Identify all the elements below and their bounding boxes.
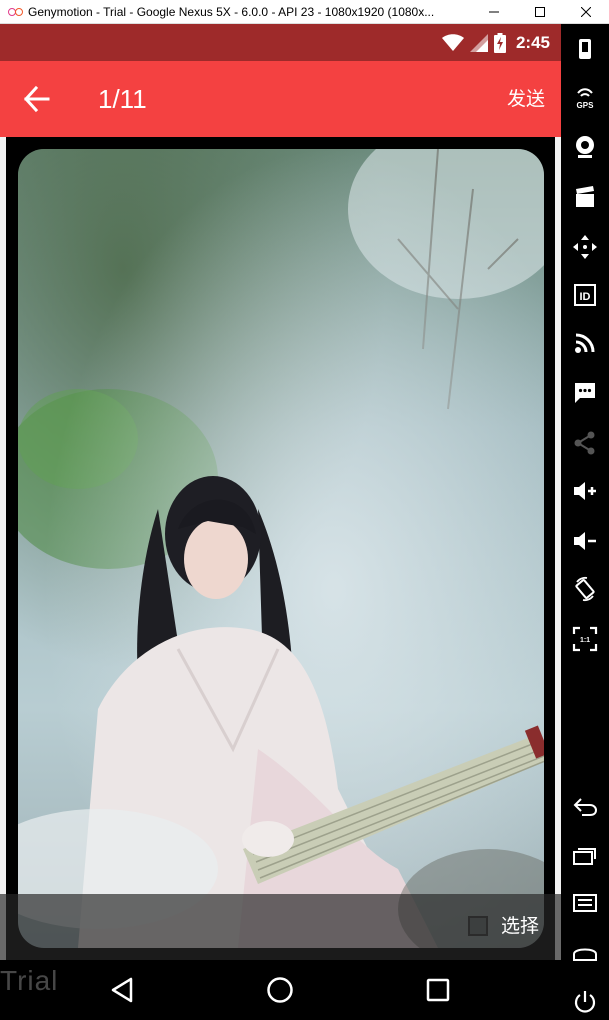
image-counter: 1/11 — [98, 84, 147, 114]
side-recents-button[interactable] — [569, 840, 601, 870]
window-controls — [471, 0, 609, 23]
volume-down-icon — [574, 532, 596, 550]
status-bar: 2:45 — [0, 24, 561, 61]
sms-icon — [575, 383, 595, 403]
app-toolbar: 1/11 发送 — [0, 61, 561, 137]
move-button[interactable] — [569, 232, 601, 262]
share-icon — [574, 431, 595, 455]
nav-recents-button[interactable] — [422, 974, 454, 1006]
nav-back-button[interactable] — [107, 974, 139, 1006]
home-circle-icon — [267, 977, 293, 1003]
home-icon — [573, 948, 597, 961]
back-triangle-icon — [111, 977, 133, 1003]
volume-up-button[interactable] — [569, 476, 601, 506]
ratio-label: 1:1 — [580, 637, 590, 644]
wifi-icon — [441, 33, 464, 51]
camera-icon — [576, 136, 594, 158]
preview-photo[interactable] — [18, 149, 544, 948]
rss-button[interactable] — [569, 328, 601, 358]
phone-screen: 2:45 1/11 发送 选择 — [0, 24, 561, 1020]
trial-watermark: Trial — [0, 965, 59, 996]
side-power-button[interactable] — [569, 987, 601, 1017]
select-checkbox[interactable] — [468, 916, 488, 936]
send-button[interactable]: 发送 — [507, 84, 545, 114]
recents-icon — [573, 848, 596, 865]
id-label: ID — [580, 291, 591, 303]
photo-viewer[interactable] — [0, 137, 561, 963]
minimize-icon — [489, 11, 499, 12]
camera-button[interactable] — [569, 132, 601, 162]
maximize-button[interactable] — [517, 0, 563, 23]
arrow-back-icon — [23, 85, 50, 113]
rss-icon — [575, 333, 595, 353]
side-back-button[interactable] — [569, 791, 601, 821]
bottom-bar: 选择 — [0, 894, 561, 960]
select-label[interactable]: 选择 — [501, 912, 539, 940]
power-button-top[interactable] — [569, 34, 601, 64]
power-icon — [579, 39, 591, 59]
video-capture-button[interactable] — [569, 182, 601, 212]
side-menu-button[interactable] — [569, 888, 601, 918]
id-icon: ID — [574, 284, 596, 306]
genymotion-logo-icon — [8, 7, 23, 17]
gps-button[interactable]: GPS — [569, 82, 601, 112]
power-icon — [574, 991, 596, 1013]
volume-up-icon — [574, 482, 596, 500]
pixel-ratio-icon: 1:1 — [572, 626, 598, 652]
menu-icon — [573, 894, 597, 912]
rotate-icon — [575, 576, 595, 602]
gps-label: GPS — [577, 101, 595, 110]
gps-icon: GPS — [577, 88, 595, 110]
status-time: 2:45 — [515, 32, 550, 52]
move-icon — [573, 235, 597, 259]
side-home-button[interactable] — [569, 938, 601, 968]
minimize-button[interactable] — [471, 0, 517, 23]
volume-down-button[interactable] — [569, 526, 601, 556]
nav-home-button[interactable] — [264, 974, 296, 1006]
window-title: Genymotion - Trial - Google Nexus 5X - 6… — [28, 4, 435, 19]
frame-edge-left — [0, 137, 6, 963]
window-titlebar: Genymotion - Trial - Google Nexus 5X - 6… — [0, 0, 609, 24]
back-icon — [573, 798, 598, 816]
close-button[interactable] — [563, 0, 609, 23]
clapper-icon — [576, 186, 594, 207]
battery-charging-icon — [493, 32, 506, 53]
share-button[interactable] — [569, 428, 601, 458]
genymotion-toolbar: GPS ID 1:1 — [561, 24, 609, 1020]
photo-image — [18, 149, 544, 948]
back-button[interactable] — [22, 85, 52, 113]
close-icon — [581, 6, 591, 17]
maximize-icon — [535, 6, 545, 17]
signal-icon — [469, 33, 488, 52]
pixel-ratio-button[interactable]: 1:1 — [569, 624, 601, 654]
rotate-button[interactable] — [569, 574, 601, 604]
recents-square-icon — [426, 978, 450, 1002]
android-nav-bar — [0, 960, 561, 1020]
sms-button[interactable] — [569, 378, 601, 408]
device-id-button[interactable]: ID — [569, 280, 601, 310]
